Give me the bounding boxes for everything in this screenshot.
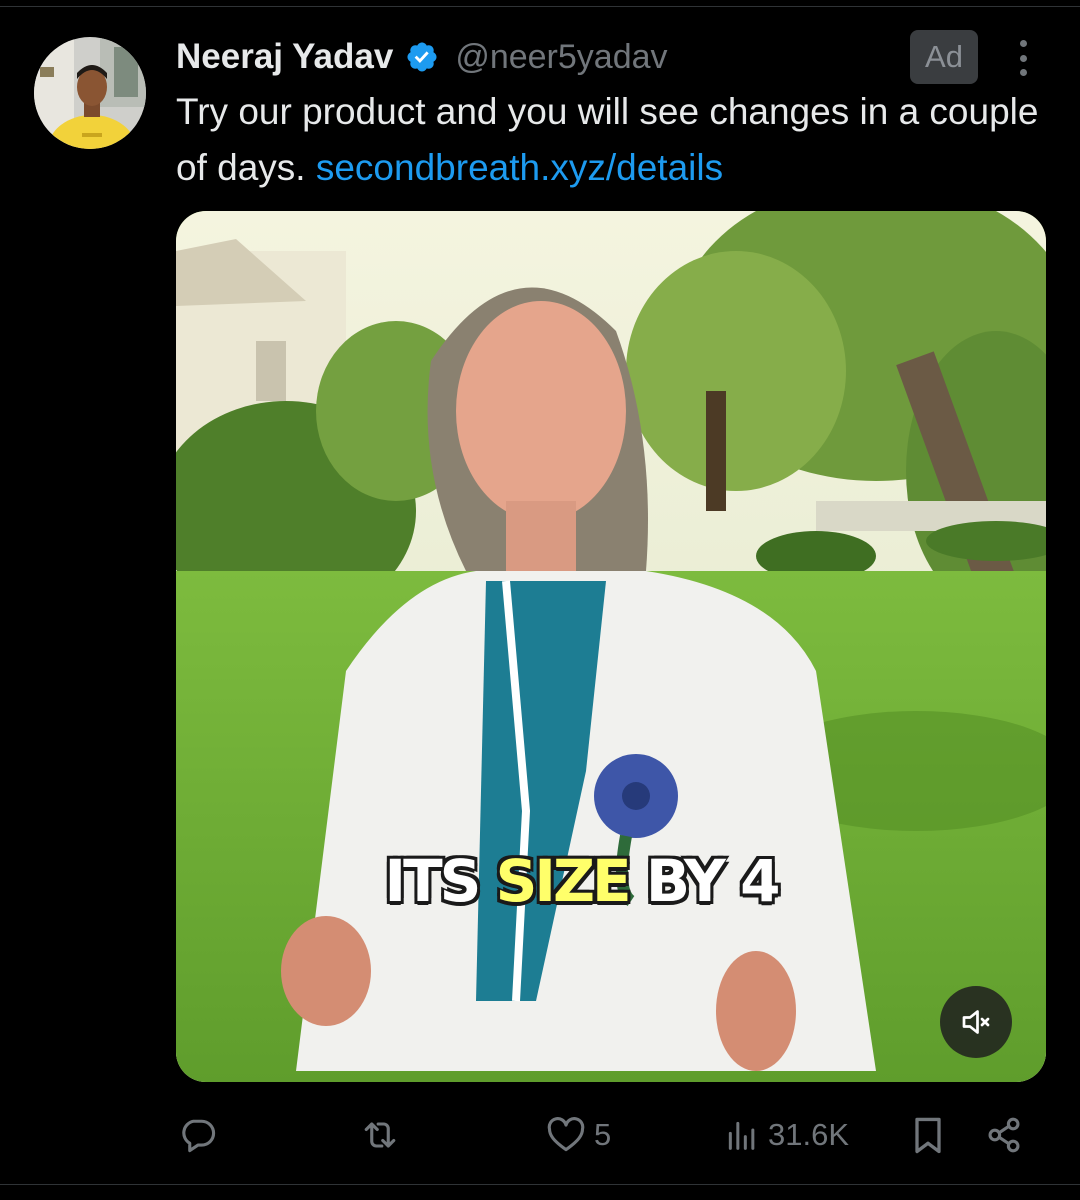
reply-button[interactable]	[176, 1110, 226, 1160]
action-bar: 5 31.6K	[176, 1110, 1046, 1160]
more-icon[interactable]	[1008, 38, 1038, 78]
like-count: 5	[594, 1117, 612, 1152]
views-icon	[728, 1121, 755, 1150]
bottom-divider	[0, 1184, 1080, 1185]
tweet-header: Neeraj Yadav @neer5yadav	[176, 30, 668, 84]
verified-badge-icon	[405, 40, 439, 74]
repost-icon	[364, 1122, 396, 1148]
caption-word-2: SIZE	[495, 847, 632, 915]
like-button[interactable]: 5	[544, 1110, 611, 1160]
author-name[interactable]: Neeraj Yadav	[176, 37, 393, 77]
mute-icon	[962, 1010, 990, 1034]
video-caption: ITS SIZE BY 4	[176, 847, 1016, 915]
caption-word-1: ITS	[384, 847, 482, 915]
tweet-text: Try our product and you will see changes…	[176, 84, 1056, 196]
bookmark-icon	[915, 1117, 941, 1154]
views-button[interactable]: 31.6K	[722, 1110, 849, 1160]
avatar[interactable]	[34, 37, 146, 149]
caption-word-3: BY 4	[645, 847, 781, 915]
bookmark-button[interactable]	[906, 1110, 950, 1160]
views-count: 31.6K	[768, 1117, 850, 1152]
share-button[interactable]	[982, 1110, 1026, 1160]
video-player[interactable]: ITS SIZE BY 4	[176, 211, 1046, 1082]
repost-button[interactable]	[358, 1110, 408, 1160]
author-handle[interactable]: @neer5yadav	[455, 38, 667, 77]
mute-button[interactable]	[940, 986, 1012, 1058]
ad-badge: Ad	[910, 30, 978, 84]
reply-icon	[182, 1119, 216, 1153]
share-icon	[988, 1117, 1020, 1153]
video-frame	[176, 211, 1046, 1082]
like-icon	[547, 1117, 585, 1152]
top-divider	[0, 6, 1080, 7]
tweet-link[interactable]: secondbreath.xyz/details	[316, 147, 723, 188]
